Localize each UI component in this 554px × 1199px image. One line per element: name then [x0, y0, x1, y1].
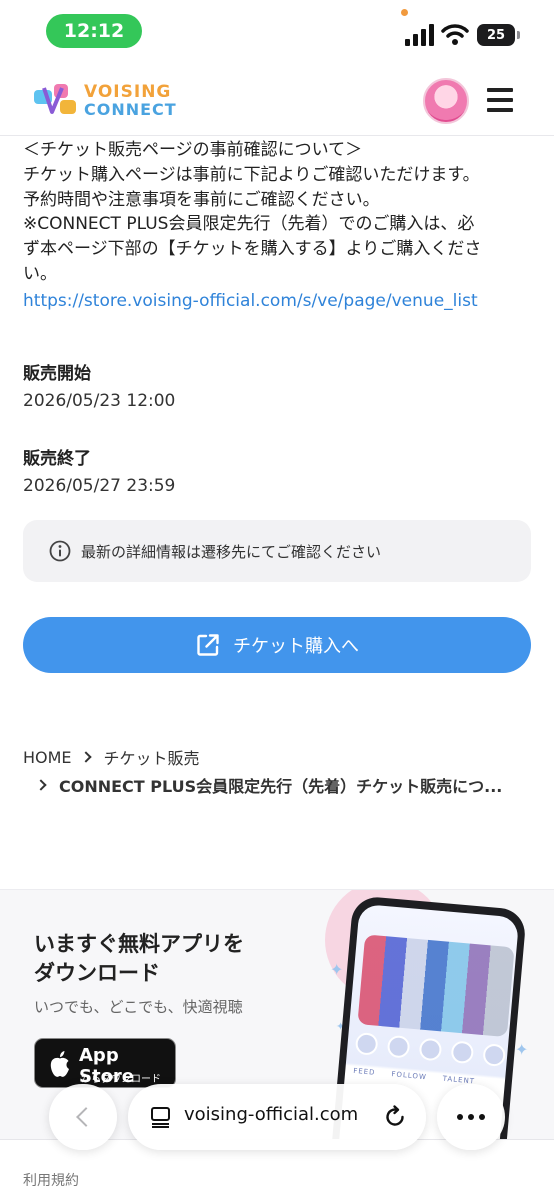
breadcrumb-category[interactable]: チケット販売: [104, 745, 200, 769]
breadcrumb: HOME チケット販売 CONNECT PLUS会員限定先行（先着）チケット販売…: [23, 744, 533, 798]
sale-end-value: 2026/05/27 23:59: [23, 476, 176, 496]
logo-mark-icon: [34, 84, 76, 114]
sale-start: 販売開始 2026/05/23 12:00: [23, 362, 175, 414]
notice-line: い。: [23, 263, 57, 284]
status-time: 12:12: [46, 14, 142, 48]
apple-icon: [50, 1051, 69, 1077]
banner-title: いますぐ無料アプリを ダウンロード: [34, 930, 244, 988]
privacy-indicator-dot: [401, 9, 408, 16]
story-avatars: [354, 1031, 507, 1069]
chevron-right-icon: [35, 779, 47, 791]
external-link-icon: [197, 634, 219, 656]
tab-overview-icon[interactable]: [150, 1106, 174, 1128]
battery-icon: 25: [477, 24, 515, 46]
cellular-signal-icon: [405, 24, 434, 46]
logo-text-voising: VOISING: [84, 82, 172, 102]
sale-start-value: 2026/05/23 12:00: [23, 391, 176, 411]
character-artwork: [357, 934, 515, 1038]
sale-end-label: 販売終了: [23, 449, 91, 469]
browser-back-button[interactable]: [49, 1084, 117, 1150]
venue-list-link[interactable]: https://store.voising-official.com/s/ve/…: [23, 288, 535, 314]
notice-section: ＜チケット販売ページの事前確認について＞ チケット購入ページは事前に下記よりご確…: [23, 138, 535, 314]
terms-link[interactable]: 利用規約: [23, 1170, 79, 1190]
more-dot: [457, 1114, 463, 1120]
logo-text-connect: CONNECT: [84, 100, 177, 119]
chevron-left-icon: [76, 1107, 96, 1127]
battery-cap: [517, 31, 520, 39]
banner-title-line2: ダウンロード: [34, 961, 160, 985]
sale-end: 販売終了 2026/05/27 23:59: [23, 447, 175, 499]
more-dot: [468, 1114, 474, 1120]
breadcrumb-home[interactable]: HOME: [23, 748, 72, 767]
browser-address-bar[interactable]: voising-official.com: [128, 1084, 426, 1150]
info-notice-box: 最新の詳細情報は遷移先にてご確認ください: [23, 520, 531, 582]
banner-subtitle: いつでも、どこでも、快適視聴: [34, 998, 243, 1016]
hamburger-menu-icon[interactable]: [487, 88, 513, 112]
notice-line: ※CONNECT PLUS会員限定先行（先着）でのご購入は、必: [23, 214, 475, 235]
notice-line: 予約時間や注意事項を事前にご確認ください。: [23, 189, 380, 210]
browser-url: voising-official.com: [184, 1104, 359, 1125]
info-notice-text: 最新の詳細情報は遷移先にてご確認ください: [81, 542, 382, 561]
notice-line: チケット購入ページは事前に下記よりご確認いただけます。: [23, 164, 480, 185]
app-store-sub-label: からダウンロード: [81, 1074, 161, 1085]
site-header: VOISING CONNECT: [0, 64, 554, 136]
voising-connect-logo[interactable]: VOISING CONNECT: [32, 78, 182, 122]
app-store-button[interactable]: App Store からダウンロード: [34, 1038, 176, 1088]
info-icon: [49, 540, 71, 562]
status-bar: 12:12 25: [0, 0, 554, 64]
notice-line: ず本ページ下部の【チケットを購入する】よりご購入くださ: [23, 239, 482, 260]
more-dot: [479, 1114, 485, 1120]
banner-title-line1: いますぐ無料アプリを: [34, 932, 244, 956]
browser-more-button[interactable]: [437, 1084, 505, 1150]
notice-line: ＜チケット販売ページの事前確認について＞: [23, 140, 363, 160]
breadcrumb-current: CONNECT PLUS会員限定先行（先着）チケット販売につ...: [59, 777, 503, 796]
user-avatar[interactable]: [423, 78, 469, 124]
buy-ticket-button[interactable]: チケット購入へ: [23, 617, 531, 673]
buy-ticket-label: チケット購入へ: [233, 636, 359, 657]
chevron-right-icon: [79, 751, 92, 763]
sale-start-label: 販売開始: [23, 364, 91, 384]
reload-icon[interactable]: [382, 1104, 408, 1130]
wifi-icon: [441, 24, 469, 45]
